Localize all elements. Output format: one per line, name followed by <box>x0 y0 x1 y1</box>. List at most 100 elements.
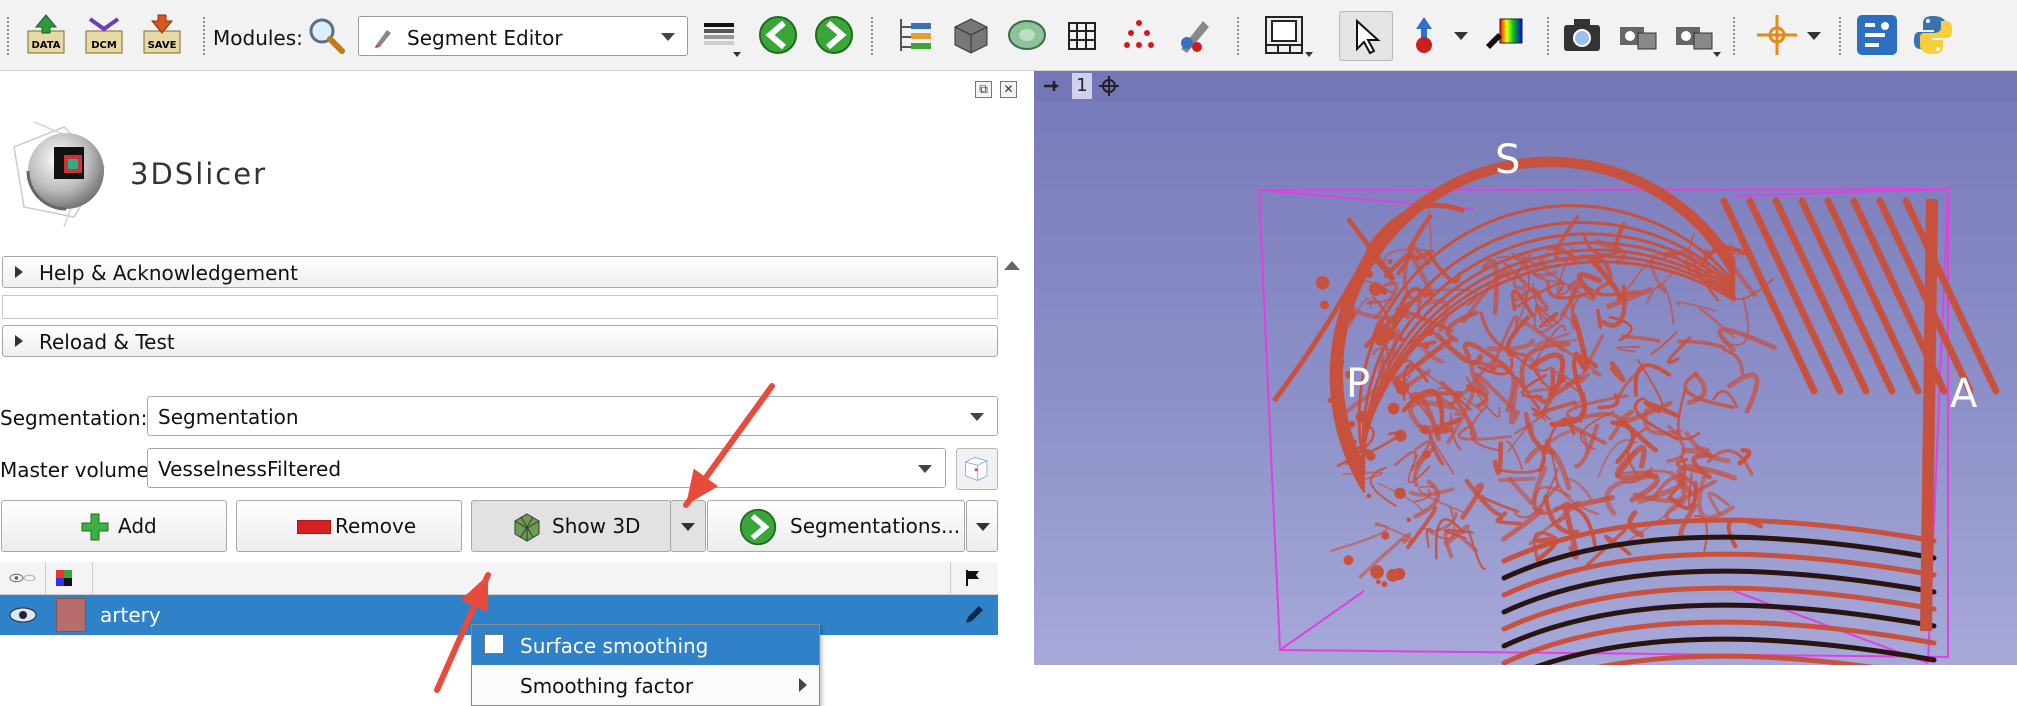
forward-arrow-icon[interactable] <box>812 13 856 57</box>
module-search-icon[interactable] <box>304 13 348 57</box>
expand-icon <box>15 266 23 278</box>
place-fiducial-icon[interactable] <box>1402 13 1446 57</box>
expand-icon <box>15 335 23 347</box>
toolbar-grip[interactable] <box>6 16 10 56</box>
pencil-icon[interactable] <box>962 603 986 627</box>
status-column-header[interactable] <box>951 562 998 594</box>
surface-smoothing-label: Surface smoothing <box>520 634 709 658</box>
show-3d-options-dropdown[interactable] <box>670 500 706 552</box>
cursor-arrow-icon <box>1356 18 1381 55</box>
python-console-icon[interactable] <box>1911 13 1955 57</box>
logo-text: 3DSlicer <box>130 157 268 191</box>
chevron-down-icon <box>976 523 990 531</box>
section-title: Reload & Test <box>39 330 175 354</box>
load-data-icon[interactable]: DATA <box>24 13 68 57</box>
view-number: 1 <box>1072 73 1092 99</box>
scene-restore-icon[interactable] <box>1672 13 1716 57</box>
remove-segment-button[interactable]: Remove <box>236 500 462 552</box>
scroll-up-arrow-icon[interactable] <box>1004 261 1020 270</box>
toolbar-grip[interactable] <box>202 16 206 56</box>
toolbar-grip[interactable] <box>870 16 874 56</box>
chevron-down-icon[interactable] <box>1305 52 1313 57</box>
add-segment-button[interactable]: Add <box>1 500 227 552</box>
forward-arrow-icon <box>739 508 777 546</box>
segmentations-dropdown[interactable] <box>966 500 998 552</box>
data-tree-icon[interactable] <box>893 13 937 57</box>
segmentations-label: Segmentations... <box>790 514 961 538</box>
master-volume-label: Master volume: <box>0 458 156 482</box>
chevron-down-icon <box>918 465 932 473</box>
select-mode-button[interactable] <box>1339 11 1393 61</box>
surface-smoothing-checkbox[interactable] <box>484 634 504 654</box>
chevron-down-icon <box>970 413 984 421</box>
module-panel: ⧉ ✕ 3DSlicer Help & Acknowledgement Relo… <box>0 71 1030 706</box>
vessel-volume-rendering <box>1257 156 2000 665</box>
smoothing-factor-menu-item[interactable]: Smoothing factor <box>472 665 819 705</box>
add-label: Add <box>118 514 157 538</box>
visibility-column-header[interactable] <box>0 562 46 594</box>
window-level-icon[interactable] <box>1482 13 1526 57</box>
view-controls-icon[interactable] <box>1098 75 1120 97</box>
module-history-icon[interactable] <box>700 13 744 57</box>
layout-icon[interactable] <box>1262 13 1306 57</box>
back-arrow-icon[interactable] <box>756 13 800 57</box>
show-3d-button[interactable]: Show 3D <box>471 500 671 552</box>
toolbar-grip[interactable] <box>1546 16 1550 56</box>
segmentations-button[interactable]: Segmentations... <box>707 500 965 552</box>
segment-editor-tool-icon[interactable] <box>1173 13 1217 57</box>
reload-test-section[interactable]: Reload & Test <box>2 325 998 357</box>
segment-editor-icon <box>375 30 391 48</box>
show-3d-options-menu: Surface smoothing Smoothing factor <box>471 624 820 706</box>
name-column-header[interactable] <box>93 562 951 594</box>
segment-color-swatch[interactable] <box>56 598 86 632</box>
master-volume-options-button[interactable] <box>956 448 998 490</box>
undock-icon[interactable]: ⧉ <box>975 81 992 98</box>
surface-model-icon <box>514 513 540 542</box>
load-dicom-icon[interactable]: DCM <box>82 13 126 57</box>
scene-view-icon[interactable] <box>1616 13 1660 57</box>
toolbar-grip[interactable] <box>1236 16 1240 56</box>
toolbar-grip[interactable] <box>1732 16 1736 56</box>
eye-icon[interactable] <box>8 606 38 624</box>
segment-name[interactable]: artery <box>100 603 161 627</box>
remove-label: Remove <box>335 514 417 538</box>
view-controller-bar: 1 <box>1034 71 2017 101</box>
smoothing-factor-label: Smoothing factor <box>520 674 694 698</box>
chevron-down-icon[interactable] <box>1713 52 1721 57</box>
pin-icon[interactable] <box>1042 77 1060 95</box>
slicer-logo <box>13 121 105 228</box>
chevron-down-icon[interactable] <box>733 52 741 57</box>
section-spacer <box>2 295 998 319</box>
help-acknowledgement-section[interactable]: Help & Acknowledgement <box>2 256 998 288</box>
table-header <box>0 562 998 595</box>
chevron-down-icon[interactable] <box>1807 32 1821 40</box>
transforms-icon[interactable] <box>1061 13 1105 57</box>
master-volume-value: VesselnessFiltered <box>158 457 342 481</box>
segmentation-combo[interactable]: Segmentation <box>147 396 998 436</box>
volumes-icon[interactable] <box>949 13 993 57</box>
color-column-header[interactable] <box>46 562 93 594</box>
models-icon[interactable] <box>1005 13 1049 57</box>
chevron-down-icon <box>681 523 695 531</box>
section-title: Help & Acknowledgement <box>39 261 298 285</box>
markups-icon[interactable] <box>1117 13 1161 57</box>
3d-view[interactable]: 1 S P A <box>1034 71 2017 665</box>
toolbar-grip[interactable] <box>1838 16 1842 56</box>
volume-cube-icon <box>965 457 988 481</box>
module-selector[interactable]: Segment Editor <box>358 16 688 56</box>
screenshot-icon[interactable] <box>1560 13 1604 57</box>
superior-label: S <box>1495 137 1521 183</box>
extension-manager-icon[interactable] <box>1855 13 1899 57</box>
color-icon <box>56 570 72 586</box>
modules-label: Modules: <box>213 26 303 50</box>
minus-icon <box>297 520 331 534</box>
chevron-down-icon[interactable] <box>1454 32 1468 40</box>
close-icon[interactable]: ✕ <box>1000 81 1017 98</box>
master-volume-combo[interactable]: VesselnessFiltered <box>147 448 946 488</box>
surface-smoothing-menu-item[interactable]: Surface smoothing <box>472 625 819 665</box>
chevron-right-icon <box>799 678 807 692</box>
save-icon[interactable]: SAVE <box>140 13 184 57</box>
segmentation-label: Segmentation: <box>0 406 148 430</box>
crosshair-icon[interactable] <box>1755 13 1799 57</box>
flag-icon <box>966 570 979 586</box>
